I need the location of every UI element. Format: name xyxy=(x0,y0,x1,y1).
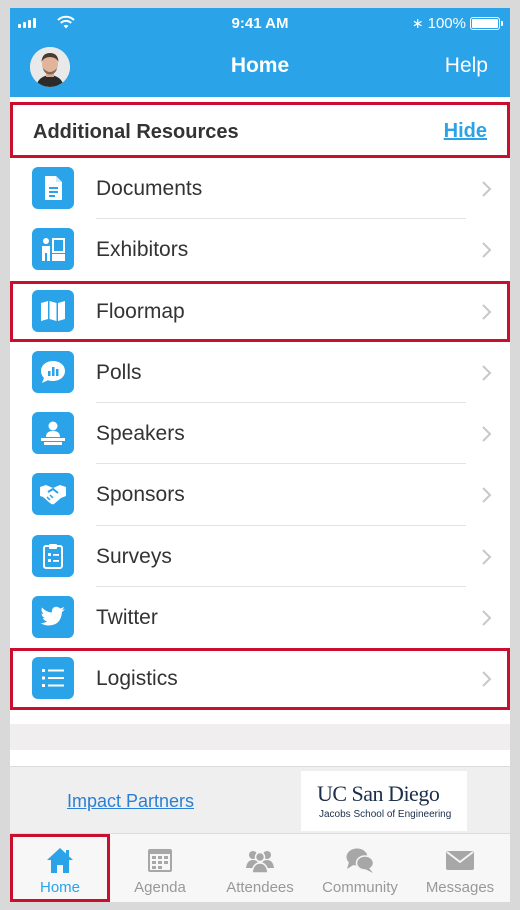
bottom-tab-bar: Home Agenda Attendees Community Messages xyxy=(10,834,510,902)
list-item-label: Surveys xyxy=(96,544,172,568)
list-item-documents[interactable]: Documents xyxy=(10,158,510,220)
resources-list: Documents Exhibitors Floormap Polls Spea… xyxy=(10,158,510,710)
status-bar: 9:41 AM ∗ 100% xyxy=(10,8,510,38)
list-item-label: Sponsors xyxy=(96,483,185,507)
battery-icon xyxy=(470,17,503,30)
list-item-label: Exhibitors xyxy=(96,238,189,262)
bluetooth-icon: ∗ xyxy=(411,15,424,31)
list-item-surveys[interactable]: Surveys xyxy=(10,526,510,588)
section-spacer xyxy=(10,724,510,750)
chevron-right-icon xyxy=(482,610,492,626)
ucsd-logo[interactable]: UC San Diego Jacobs School of Engineerin… xyxy=(301,771,467,831)
chevron-right-icon xyxy=(482,487,492,504)
resources-title: Additional Resources xyxy=(33,121,239,143)
tab-attendees[interactable]: Attendees xyxy=(210,834,310,902)
chat-bubbles-icon xyxy=(346,848,375,873)
exhibitor-icon xyxy=(32,228,74,271)
tab-agenda[interactable]: Agenda xyxy=(110,834,210,902)
home-icon xyxy=(47,848,73,873)
battery-percent: 100% xyxy=(427,15,466,32)
battery-status: ∗ 100% xyxy=(411,15,503,32)
list-item-label: Twitter xyxy=(96,606,158,630)
chevron-right-icon xyxy=(482,303,492,320)
list-item-polls[interactable]: Polls xyxy=(10,342,510,404)
tab-label: Agenda xyxy=(134,879,186,896)
app-screen: 9:41 AM ∗ 100% Home Help Additional Reso… xyxy=(10,8,510,902)
partners-banner: Impact Partners UC San Diego Jacobs Scho… xyxy=(10,766,510,834)
list-item-twitter[interactable]: Twitter xyxy=(10,587,510,648)
list-icon xyxy=(32,657,74,700)
logo-sub-text: Jacobs School of Engineering xyxy=(319,809,452,820)
tab-community[interactable]: Community xyxy=(310,834,410,902)
tab-label: Attendees xyxy=(226,879,294,896)
list-item-label: Logistics xyxy=(96,667,178,691)
hide-link[interactable]: Hide xyxy=(444,120,487,143)
people-icon xyxy=(246,851,274,874)
page-title: Home xyxy=(230,54,290,77)
list-item-label: Documents xyxy=(96,177,203,200)
tab-messages[interactable]: Messages xyxy=(410,834,510,902)
top-bar: 9:41 AM ∗ 100% Home Help xyxy=(10,8,510,97)
list-item-exhibitors[interactable]: Exhibitors xyxy=(10,219,510,280)
poll-chat-icon xyxy=(32,350,74,393)
list-item-sponsors[interactable]: Sponsors xyxy=(10,464,510,526)
list-item-label: Speakers xyxy=(96,422,185,446)
twitter-bird-icon xyxy=(32,596,74,639)
logo-main-text: UC San Diego xyxy=(317,781,440,806)
clipboard-icon xyxy=(32,534,74,577)
chevron-right-icon xyxy=(482,671,492,688)
help-button[interactable]: Help xyxy=(445,54,488,78)
envelope-icon xyxy=(446,851,474,870)
tab-label: Messages xyxy=(425,879,495,896)
list-item-label: Polls xyxy=(96,360,142,384)
document-icon xyxy=(32,167,74,209)
map-icon xyxy=(32,289,74,332)
list-item-speakers[interactable]: Speakers xyxy=(10,403,510,465)
resources-header: Additional Resources Hide xyxy=(10,102,510,158)
chevron-right-icon xyxy=(482,426,492,442)
speaker-podium-icon xyxy=(32,412,74,455)
list-item-floormap[interactable]: Floormap xyxy=(10,280,510,342)
calendar-icon xyxy=(148,849,172,872)
tab-label: Community xyxy=(322,879,398,896)
chevron-right-icon xyxy=(482,549,492,565)
list-item-logistics[interactable]: Logistics xyxy=(10,648,510,710)
handshake-icon xyxy=(32,473,74,516)
chevron-right-icon xyxy=(482,242,492,259)
list-item-label: Floormap xyxy=(96,299,185,323)
tab-home[interactable]: Home xyxy=(10,834,110,902)
tab-label: Home xyxy=(39,879,80,896)
chevron-right-icon xyxy=(482,181,492,197)
impact-partners-link[interactable]: Impact Partners xyxy=(67,791,194,812)
chevron-right-icon xyxy=(482,365,492,381)
